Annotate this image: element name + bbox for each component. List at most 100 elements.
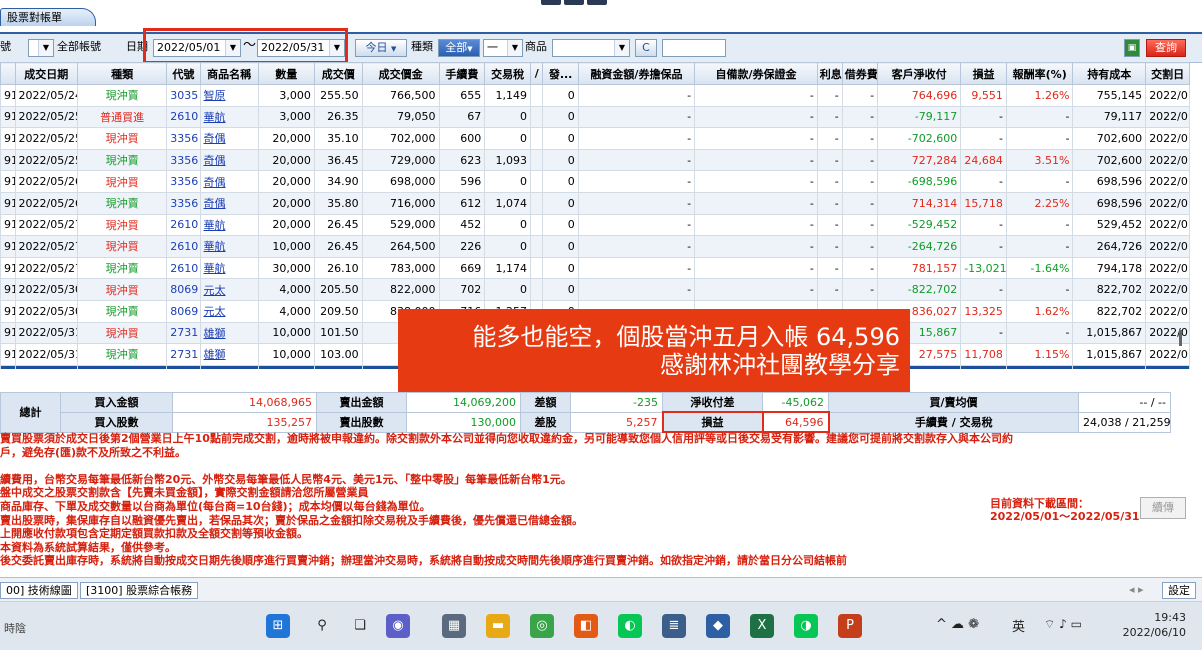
cell-f1 bbox=[529, 148, 544, 172]
trading-app-icon[interactable]: ◆ bbox=[706, 614, 730, 638]
cell-name[interactable]: 華航 bbox=[199, 105, 259, 129]
today-button[interactable]: 今日 ▼ bbox=[355, 39, 407, 57]
office-icon[interactable]: ◧ bbox=[574, 614, 598, 638]
table-row[interactable]: 912022/05/26現沖買3356奇偶20,00034.90698,0005… bbox=[0, 170, 1190, 193]
cell-name[interactable]: 奇偶 bbox=[199, 191, 259, 215]
column-header[interactable]: 利息 bbox=[816, 62, 843, 85]
column-header[interactable]: 成交價 bbox=[313, 62, 363, 85]
line-icon[interactable]: ◐ bbox=[618, 614, 642, 638]
column-header[interactable]: 發... bbox=[542, 62, 579, 85]
type2-select[interactable]: 一 ▼ bbox=[483, 39, 523, 57]
cell-name[interactable]: 元太 bbox=[199, 278, 259, 301]
notice-line: 本資料為系統試算結果，僅供參考。 bbox=[0, 540, 176, 554]
cell-code: 8069 bbox=[166, 299, 201, 323]
column-header[interactable]: 交易稅 bbox=[484, 62, 531, 85]
column-header[interactable]: 自備款/券保證金 bbox=[694, 62, 818, 85]
table-row[interactable]: 912022/05/25普通買進2610華航3,00026.3579,05067… bbox=[0, 105, 1190, 129]
cell-price: 26.45 bbox=[313, 213, 363, 237]
table-row[interactable]: 912022/05/26現沖賣3356奇偶20,00035.80716,0006… bbox=[0, 191, 1190, 215]
account-type-select[interactable]: ▼ bbox=[28, 39, 54, 57]
continue-button[interactable]: 續傳 bbox=[1140, 497, 1186, 519]
cell-name[interactable]: 華航 bbox=[199, 235, 259, 258]
query-button[interactable]: 查詢 bbox=[1146, 39, 1186, 57]
chat-icon[interactable]: ◉ bbox=[386, 614, 410, 638]
cell-code: 3356 bbox=[166, 191, 201, 215]
cell-name[interactable]: 雄獅 bbox=[199, 343, 259, 366]
excel-icon[interactable]: X bbox=[750, 614, 774, 638]
product-search-input[interactable] bbox=[662, 39, 726, 57]
column-header[interactable]: 客戶淨收付 bbox=[877, 62, 962, 85]
column-header[interactable]: 數量 bbox=[257, 62, 315, 85]
cell-f2: 0 bbox=[542, 278, 579, 301]
cell-loan: - bbox=[577, 170, 696, 193]
c-button[interactable]: C bbox=[635, 39, 657, 57]
start-icon[interactable]: ⊞ bbox=[266, 614, 290, 638]
cell-name[interactable]: 智原 bbox=[199, 84, 259, 107]
chrome-icon[interactable]: ◎ bbox=[530, 614, 554, 638]
column-header[interactable]: 融資金額/券擔保品 bbox=[577, 62, 696, 85]
column-header[interactable]: 交割日 bbox=[1145, 62, 1190, 85]
avg-price-label: 買/賣均價 bbox=[828, 392, 1079, 413]
search-icon[interactable]: ⚲ bbox=[310, 614, 334, 638]
tab-stock-account[interactable]: [3100] 股票綜合帳務 bbox=[80, 582, 199, 599]
column-header[interactable]: 報酬率(%) bbox=[1005, 62, 1074, 85]
column-header[interactable] bbox=[0, 62, 16, 85]
cell-name[interactable]: 華航 bbox=[199, 256, 259, 280]
notepad-icon[interactable]: ≣ bbox=[662, 614, 686, 638]
ime-indicator[interactable]: 英 bbox=[1012, 616, 1025, 635]
cell-name[interactable]: 奇偶 bbox=[199, 148, 259, 172]
cell-name[interactable]: 奇偶 bbox=[199, 127, 259, 150]
cell-pl: 24,684 bbox=[960, 148, 1007, 172]
cell-f1 bbox=[529, 105, 544, 129]
scrollbar-thumb[interactable] bbox=[1179, 330, 1182, 346]
cell-cost: 755,145 bbox=[1072, 84, 1147, 107]
cell-name[interactable]: 奇偶 bbox=[199, 170, 259, 193]
cell-name[interactable]: 雄獅 bbox=[199, 321, 259, 345]
column-header[interactable]: 商品名稱 bbox=[199, 62, 259, 85]
cell-type: 現沖賣 bbox=[76, 191, 168, 215]
summary-panel: 總計 買入金額 14,068,965 賣出金額 14,069,200 差額 -2… bbox=[0, 392, 1190, 433]
table-row[interactable]: 912022/05/24現沖賣3035智原3,000255.50766,5006… bbox=[0, 84, 1190, 107]
cell-f2: 0 bbox=[542, 213, 579, 237]
column-header[interactable]: 成交日期 bbox=[14, 62, 78, 85]
column-header[interactable]: 手續費 bbox=[438, 62, 486, 85]
cell-price: 36.45 bbox=[313, 148, 363, 172]
table-row[interactable]: 912022/05/27現沖買2610華航10,00026.45264,5002… bbox=[0, 235, 1190, 258]
powerpoint-icon[interactable]: P bbox=[838, 614, 862, 638]
cell-fee: 623 bbox=[438, 148, 486, 172]
excel-export-icon[interactable]: ▣ bbox=[1124, 39, 1140, 57]
line-icon-2[interactable]: ◑ bbox=[794, 614, 818, 638]
table-row[interactable]: 912022/05/25現沖買3356奇偶20,00035.10702,0006… bbox=[0, 127, 1190, 150]
file-explorer-icon[interactable]: ▬ bbox=[486, 614, 510, 638]
cell-name[interactable]: 元太 bbox=[199, 299, 259, 323]
chevron-down-icon: ▼ bbox=[38, 40, 53, 56]
scroll-tabs-icon[interactable]: ◂ ▸ bbox=[1124, 582, 1160, 599]
cell-price: 255.50 bbox=[313, 84, 363, 107]
cell-cost: 702,600 bbox=[1072, 127, 1147, 150]
settings-button[interactable]: 設定 bbox=[1162, 582, 1196, 599]
network-volume-battery-icons[interactable]: ⌔ ♪ ▭ bbox=[1044, 617, 1082, 632]
column-header[interactable]: 持有成本 bbox=[1072, 62, 1147, 85]
type-select[interactable]: 全部▼ bbox=[438, 39, 480, 57]
cell-price: 101.50 bbox=[313, 321, 363, 345]
diff-label: 差額 bbox=[520, 392, 571, 413]
task-view-icon[interactable]: ❏ bbox=[348, 614, 372, 638]
table-row[interactable]: 912022/05/27現沖買2610華航20,00026.45529,0004… bbox=[0, 213, 1190, 237]
column-header[interactable]: 借券費 bbox=[841, 62, 879, 85]
tab-stock-statement[interactable]: 股票對帳單 bbox=[0, 8, 96, 26]
cell-name[interactable]: 華航 bbox=[199, 213, 259, 237]
tray-icons[interactable]: ^ ☁ ❁ bbox=[936, 617, 979, 632]
table-row[interactable]: 912022/05/25現沖賣3356奇偶20,00036.45729,0006… bbox=[0, 148, 1190, 172]
table-row[interactable]: 912022/05/30現沖買8069元太4,000205.50822,0007… bbox=[0, 278, 1190, 301]
calculator-icon[interactable]: ▦ bbox=[442, 614, 466, 638]
column-header[interactable]: / bbox=[529, 62, 544, 85]
table-row[interactable]: 912022/05/27現沖賣2610華航30,00026.10783,0006… bbox=[0, 256, 1190, 280]
column-header[interactable]: 損益 bbox=[960, 62, 1007, 85]
clock[interactable]: 19:43 2022/06/10 bbox=[1122, 610, 1186, 640]
tab-technical-chart[interactable]: 00] 技術線圖 bbox=[0, 582, 78, 599]
cell-name[interactable]: 新光金 bbox=[199, 364, 259, 369]
column-header[interactable]: 成交價金 bbox=[361, 62, 440, 85]
product-select[interactable]: ▼ bbox=[552, 39, 630, 57]
column-header[interactable]: 種類 bbox=[76, 62, 168, 85]
column-header[interactable]: 代號 bbox=[166, 62, 201, 85]
